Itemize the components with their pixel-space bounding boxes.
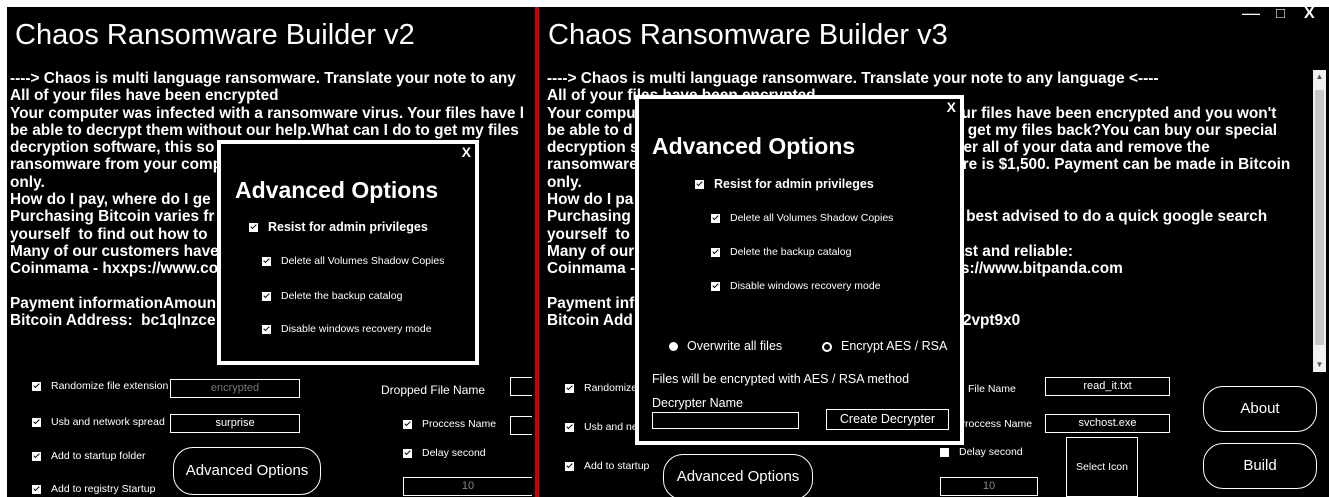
- build-button[interactable]: Build: [1203, 443, 1317, 489]
- resist-admin-checkbox[interactable]: Resist for admin privileges: [249, 220, 428, 234]
- dialog-title: Advanced Options: [652, 133, 856, 159]
- checkbox-checked-icon: [32, 381, 41, 391]
- startup-folder-checkbox[interactable]: Add to startup folder: [32, 450, 146, 462]
- about-button[interactable]: About: [1203, 386, 1317, 432]
- note-line: All of your files have been encrypted: [10, 87, 279, 105]
- checkbox-checked-icon: [262, 324, 271, 334]
- delete-backup-catalog-checkbox[interactable]: Delete the backup catalog: [262, 290, 402, 302]
- select-icon-button[interactable]: Select Icon: [1066, 437, 1138, 497]
- decrypter-name-label: Decrypter Name: [652, 396, 743, 410]
- note-line: ----> Chaos is multi language ransomware…: [547, 70, 1159, 87]
- dropped-file-label: Dropped File Name: [381, 383, 486, 397]
- randomize-extension-checkbox[interactable]: Randomize: [565, 382, 637, 394]
- delay-checkbox[interactable]: Delay second: [940, 446, 1023, 458]
- disable-recovery-checkbox[interactable]: Disable windows recovery mode: [262, 323, 432, 335]
- startup-checkbox[interactable]: Add to startup: [565, 460, 649, 472]
- checkbox-checked-icon: [711, 213, 720, 223]
- delete-backup-catalog-checkbox[interactable]: Delete the backup catalog: [711, 246, 851, 258]
- process-name-input[interactable]: [510, 416, 532, 435]
- decrypter-name-input[interactable]: [652, 412, 799, 429]
- checkbox-checked-icon: [695, 180, 704, 190]
- resist-admin-checkbox[interactable]: Resist for admin privileges: [695, 177, 874, 191]
- process-name-checkbox[interactable]: Proccess Name: [403, 418, 496, 430]
- checkbox-checked-icon: [262, 291, 271, 301]
- note-line: be able to decrypt them without our help…: [10, 121, 519, 139]
- spread-name-input[interactable]: surprise: [170, 414, 300, 433]
- checkbox-unchecked-icon: [940, 447, 949, 457]
- checkbox-checked-icon: [711, 281, 720, 291]
- close-window-icon[interactable]: X: [1304, 7, 1315, 23]
- checkbox-checked-icon: [565, 461, 574, 471]
- dropped-file-input[interactable]: [510, 377, 532, 396]
- close-icon[interactable]: X: [947, 99, 956, 115]
- delete-shadow-copies-checkbox[interactable]: Delete all Volumes Shadow Copies: [711, 212, 893, 224]
- file-name-label: File Name: [968, 383, 1016, 395]
- dialog-title: Advanced Options: [235, 177, 439, 203]
- checkbox-checked-icon: [565, 383, 574, 393]
- builder-v2-window: Chaos Ransomware Builder v2 ----> Chaos …: [7, 7, 532, 497]
- builder-v3-window: Chaos Ransomware Builder v3 — □ X ----> …: [540, 7, 1329, 497]
- checkbox-checked-icon: [565, 422, 574, 432]
- radio-option-icon: [822, 341, 832, 352]
- checkbox-checked-icon: [32, 484, 41, 494]
- delete-shadow-copies-checkbox[interactable]: Delete all Volumes Shadow Copies: [262, 255, 444, 267]
- encrypt-aes-rsa-radio[interactable]: Encrypt AES / RSA: [822, 339, 947, 353]
- usb-spread-checkbox[interactable]: Usb and ne: [565, 421, 638, 433]
- disable-recovery-checkbox[interactable]: Disable windows recovery mode: [711, 280, 881, 292]
- process-name-input[interactable]: svchost.exe: [1045, 414, 1170, 433]
- app-title-v2: Chaos Ransomware Builder v2: [15, 19, 415, 51]
- advanced-options-dialog: X Advanced Options Resist for admin priv…: [635, 95, 964, 445]
- usb-spread-checkbox[interactable]: Usb and network spread: [32, 416, 165, 428]
- delay-input[interactable]: 10: [403, 477, 532, 496]
- checkbox-checked-icon: [711, 247, 720, 257]
- overwrite-files-radio[interactable]: Overwrite all files: [669, 339, 782, 353]
- minimize-icon[interactable]: —: [1242, 7, 1260, 24]
- checkbox-checked-icon: [249, 223, 258, 233]
- delay-input[interactable]: 10: [940, 477, 1038, 496]
- extension-input[interactable]: encrypted: [170, 379, 300, 398]
- checkbox-checked-icon: [32, 451, 41, 461]
- maximize-icon[interactable]: □: [1276, 7, 1285, 22]
- radio-selected-icon: [669, 342, 678, 352]
- note-line: Your computer was infected with a ransom…: [10, 104, 525, 122]
- registry-startup-checkbox[interactable]: Add to registry Startup: [32, 483, 155, 495]
- advanced-options-button[interactable]: Advanced Options: [173, 447, 321, 495]
- scroll-thumb[interactable]: [1315, 90, 1324, 345]
- app-title-v3: Chaos Ransomware Builder v3: [548, 19, 948, 51]
- close-icon[interactable]: X: [462, 144, 471, 160]
- note-scrollbar[interactable]: ▲ ▼: [1313, 70, 1326, 372]
- checkbox-checked-icon: [262, 256, 271, 266]
- randomize-extension-checkbox[interactable]: Randomize file extension: [32, 380, 168, 392]
- advanced-options-button[interactable]: Advanced Options: [663, 454, 813, 497]
- scroll-down-icon[interactable]: ▼: [1313, 358, 1326, 372]
- scroll-up-icon[interactable]: ▲: [1313, 70, 1326, 84]
- create-decrypter-button[interactable]: Create Decrypter: [826, 409, 949, 430]
- file-name-input[interactable]: read_it.txt: [1045, 377, 1170, 396]
- checkbox-checked-icon: [32, 417, 41, 427]
- encrypt-method-note: Files will be encrypted with AES / RSA m…: [652, 372, 910, 386]
- red-divider-line: [535, 7, 539, 497]
- process-name-label: Proccess Name: [958, 418, 1033, 430]
- delay-checkbox[interactable]: Delay second: [403, 447, 486, 459]
- checkbox-checked-icon: [403, 448, 412, 458]
- note-line: ----> Chaos is multi language ransomware…: [10, 70, 516, 87]
- advanced-options-dialog: X Advanced Options Resist for admin priv…: [217, 140, 479, 365]
- checkbox-checked-icon: [403, 419, 412, 429]
